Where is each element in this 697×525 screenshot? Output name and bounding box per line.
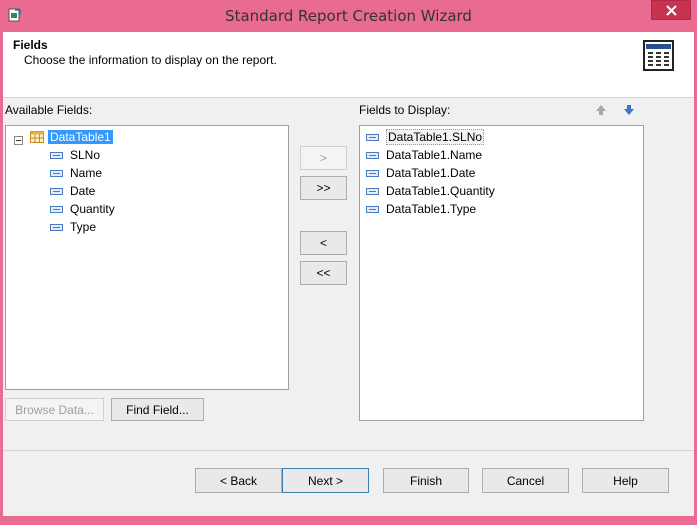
close-icon — [666, 5, 677, 16]
tree-node-label: DataTable1 — [48, 130, 113, 144]
list-item-label: DataTable1.SLNo — [386, 129, 485, 145]
remove-field-button[interactable]: < — [300, 231, 347, 255]
report-fields-icon — [643, 40, 674, 71]
fields-to-display-list[interactable]: DataTable1.SLNo DataTable1.Name DataTabl… — [359, 125, 644, 421]
move-up-icon[interactable] — [594, 104, 608, 116]
field-icon — [366, 169, 379, 177]
field-icon — [50, 223, 63, 231]
tree-leaf-label: SLNo — [70, 148, 101, 162]
field-icon — [366, 151, 379, 159]
tree-leaf[interactable]: Date — [50, 182, 95, 200]
tree-leaf[interactable]: Quantity — [50, 200, 115, 218]
back-button[interactable]: < Back — [195, 468, 282, 493]
tree-leaf-label: Type — [70, 220, 97, 234]
window-title: Standard Report Creation Wizard — [225, 7, 472, 25]
finish-button[interactable]: Finish — [383, 468, 469, 493]
add-field-button[interactable]: > — [300, 146, 347, 170]
tree-leaf[interactable]: Name — [50, 164, 102, 182]
field-icon — [50, 187, 63, 195]
list-item-label: DataTable1.Type — [386, 202, 477, 216]
wizard-body: Fields Choose the information to display… — [3, 32, 694, 516]
tree-leaf[interactable]: SLNo — [50, 146, 100, 164]
help-button[interactable]: Help — [582, 468, 669, 493]
field-icon — [50, 151, 63, 159]
list-item-label: DataTable1.Name — [386, 148, 483, 162]
field-icon — [366, 133, 379, 141]
list-item[interactable]: DataTable1.Quantity — [366, 182, 495, 200]
collapse-icon[interactable] — [14, 136, 23, 145]
next-button[interactable]: Next > — [282, 468, 369, 493]
wizard-header: Fields Choose the information to display… — [3, 32, 694, 98]
find-field-button[interactable]: Find Field... — [111, 398, 204, 421]
remove-all-fields-button[interactable]: << — [300, 261, 347, 285]
list-item[interactable]: DataTable1.Type — [366, 200, 476, 218]
cancel-button[interactable]: Cancel — [482, 468, 569, 493]
available-fields-label: Available Fields: — [5, 103, 93, 117]
browse-data-button[interactable]: Browse Data... — [5, 398, 104, 421]
tree-leaf-label: Date — [70, 184, 96, 198]
move-down-icon[interactable] — [622, 104, 636, 116]
page-title: Fields — [13, 38, 48, 52]
add-all-fields-button[interactable]: >> — [300, 176, 347, 200]
tree-leaf-label: Name — [70, 166, 103, 180]
fields-to-display-label: Fields to Display: — [359, 103, 451, 117]
field-icon — [50, 205, 63, 213]
table-icon — [30, 131, 44, 143]
field-icon — [50, 169, 63, 177]
tree-leaf-label: Quantity — [70, 202, 115, 216]
list-item-label: DataTable1.Date — [386, 166, 476, 180]
list-item[interactable]: DataTable1.Name — [366, 146, 482, 164]
field-icon — [366, 205, 379, 213]
field-icon — [366, 187, 379, 195]
list-item-label: DataTable1.Quantity — [386, 184, 495, 198]
footer-divider — [3, 450, 694, 451]
available-fields-tree[interactable]: DataTable1 SLNo Name Date Quantity Type — [5, 125, 289, 390]
page-subtitle: Choose the information to display on the… — [24, 53, 277, 67]
list-item[interactable]: DataTable1.Date — [366, 164, 475, 182]
close-button[interactable] — [651, 0, 691, 20]
title-bar: Standard Report Creation Wizard — [0, 0, 697, 32]
tree-leaf[interactable]: Type — [50, 218, 96, 236]
tree-node-datatable[interactable]: DataTable1 — [30, 128, 113, 146]
list-item[interactable]: DataTable1.SLNo — [366, 128, 485, 146]
